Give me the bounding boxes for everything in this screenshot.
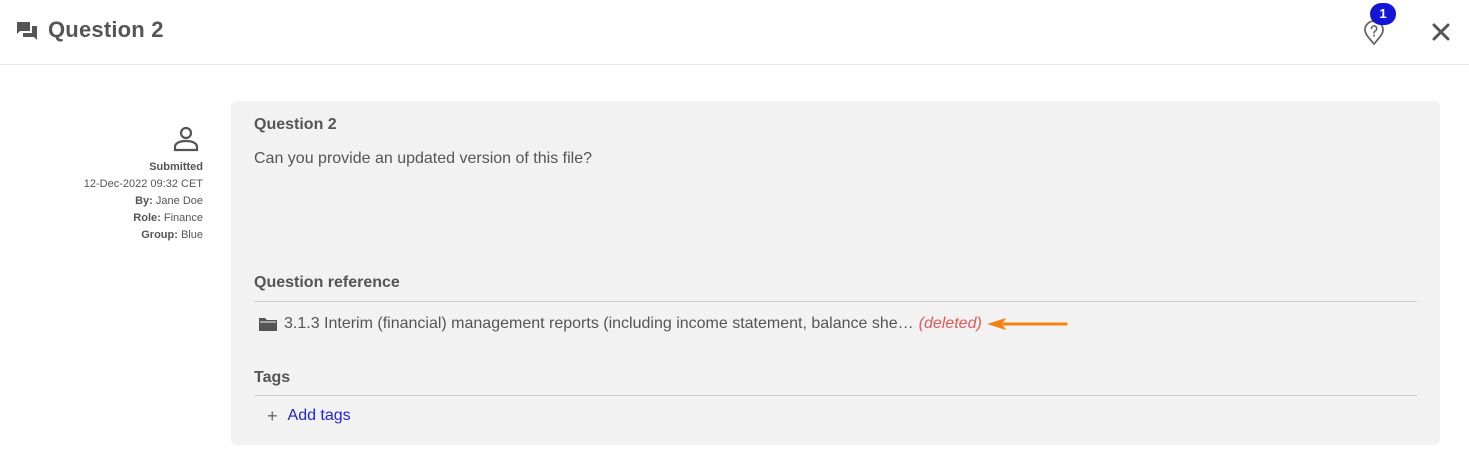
role-label: Role: — [133, 212, 161, 224]
by-label: By: — [135, 195, 153, 207]
help-count-badge: 1 — [1370, 3, 1396, 25]
page-title: Question 2 — [48, 17, 164, 42]
submitter-by: By: Jane Doe — [40, 193, 203, 210]
by-value: Jane Doe — [155, 195, 203, 207]
divider — [254, 301, 1417, 302]
question-card: Question 2 Can you provide an updated ve… — [231, 101, 1440, 445]
question-reference-link[interactable]: 3.1.3 Interim (financial) management rep… — [258, 314, 1068, 334]
close-icon[interactable] — [1431, 22, 1451, 42]
forum-icon — [17, 22, 37, 40]
submitter-group: Group: Blue — [40, 227, 203, 244]
divider — [254, 395, 1417, 396]
submitter-role: Role: Finance — [40, 210, 203, 227]
add-tags-button[interactable]: + Add tags — [267, 407, 351, 425]
person-icon — [173, 126, 199, 152]
reference-text: 3.1.3 Interim (financial) management rep… — [284, 315, 914, 332]
question-title: Question 2 — [254, 116, 337, 133]
modal-header: Question 2 1 — [0, 0, 1469, 65]
deleted-label: (deleted) — [918, 315, 982, 332]
question-body: Can you provide an updated version of th… — [254, 150, 592, 167]
submission-status: Submitted — [149, 161, 203, 173]
role-value: Finance — [163, 212, 203, 224]
submission-timestamp: 12-Dec-2022 09:32 CET — [83, 178, 203, 190]
group-label: Group: — [141, 229, 178, 241]
question-reference-heading: Question reference — [254, 274, 400, 291]
submitter-info: Submitted 12-Dec-2022 09:32 CET By: Jane… — [40, 159, 203, 244]
add-tags-label: Add tags — [287, 407, 351, 424]
tags-heading: Tags — [254, 369, 291, 386]
group-value: Blue — [180, 229, 203, 241]
folder-icon — [259, 318, 277, 331]
arrow-left-icon — [986, 318, 1068, 330]
plus-icon: + — [267, 406, 278, 426]
